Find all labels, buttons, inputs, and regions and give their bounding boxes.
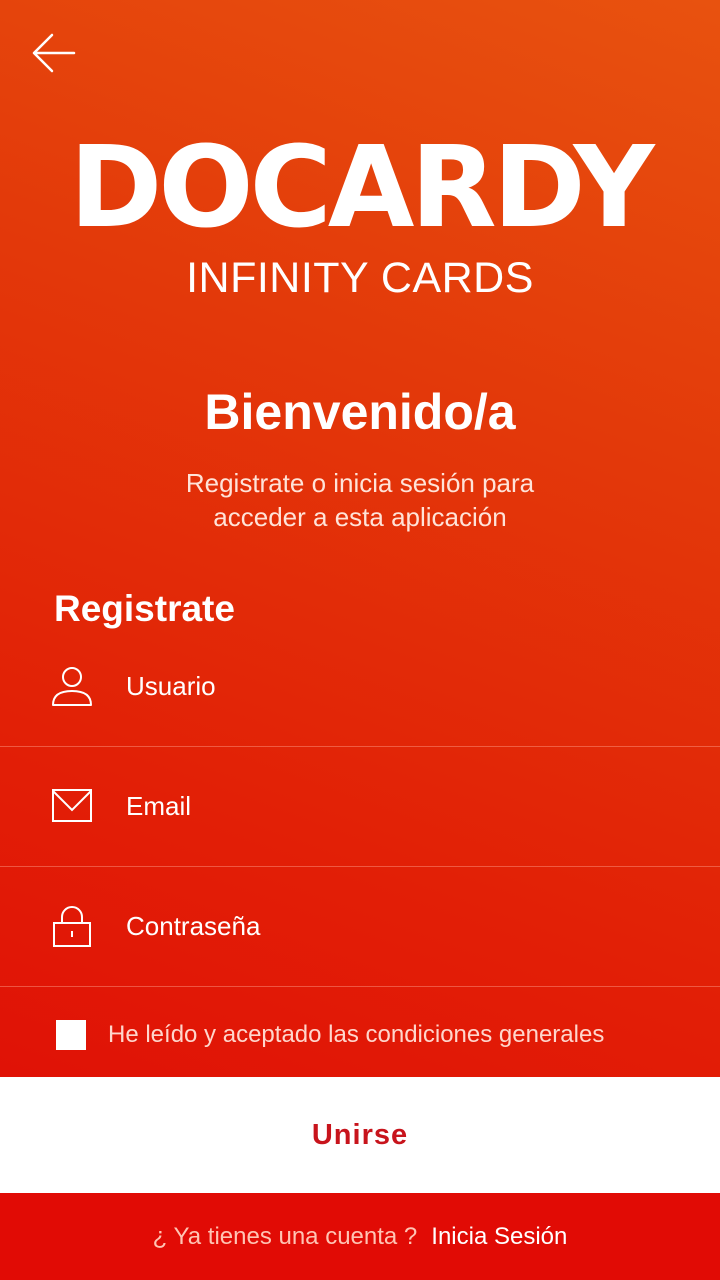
password-label: Contraseña [126,910,261,941]
register-title: Registrate [54,588,235,629]
brand-header: DOCARDY INFINITY CARDS [0,132,720,302]
brand-tagline: INFINITY CARDS [186,254,534,302]
email-field[interactable]: Email [0,746,720,867]
login-question: ¿ Ya tienes una cuenta ? [152,1222,418,1250]
email-label: Email [126,790,192,821]
username-label: Usuario [126,670,216,701]
welcome-title: Bienvenido/a [204,384,516,440]
password-field[interactable]: Contraseña [0,866,720,987]
back-button[interactable] [28,30,78,76]
login-prompt-bar: ¿ Ya tienes una cuenta ? Inicia Sesión [0,1193,720,1280]
terms-consent[interactable]: He leído y aceptado las condiciones gene… [56,1020,604,1050]
back-arrow-icon [32,33,76,73]
welcome-subtitle-line-1: Registrate o inicia sesión para [185,468,535,498]
username-field[interactable]: Usuario [0,626,720,747]
user-icon [52,667,92,706]
login-link[interactable]: Inicia Sesión [431,1223,567,1251]
terms-label: He leído y aceptado las condiciones gene… [108,1021,605,1048]
join-button[interactable]: Unirse [0,1077,720,1193]
lock-icon [53,906,91,947]
brand-logo: DOCARDY [69,123,654,253]
envelope-icon [52,789,92,822]
terms-checkbox[interactable] [56,1020,86,1050]
welcome-subtitle: Registrate o inicia sesión para acceder … [0,466,720,534]
welcome-subtitle-line-2: acceder a esta aplicación [213,502,507,532]
